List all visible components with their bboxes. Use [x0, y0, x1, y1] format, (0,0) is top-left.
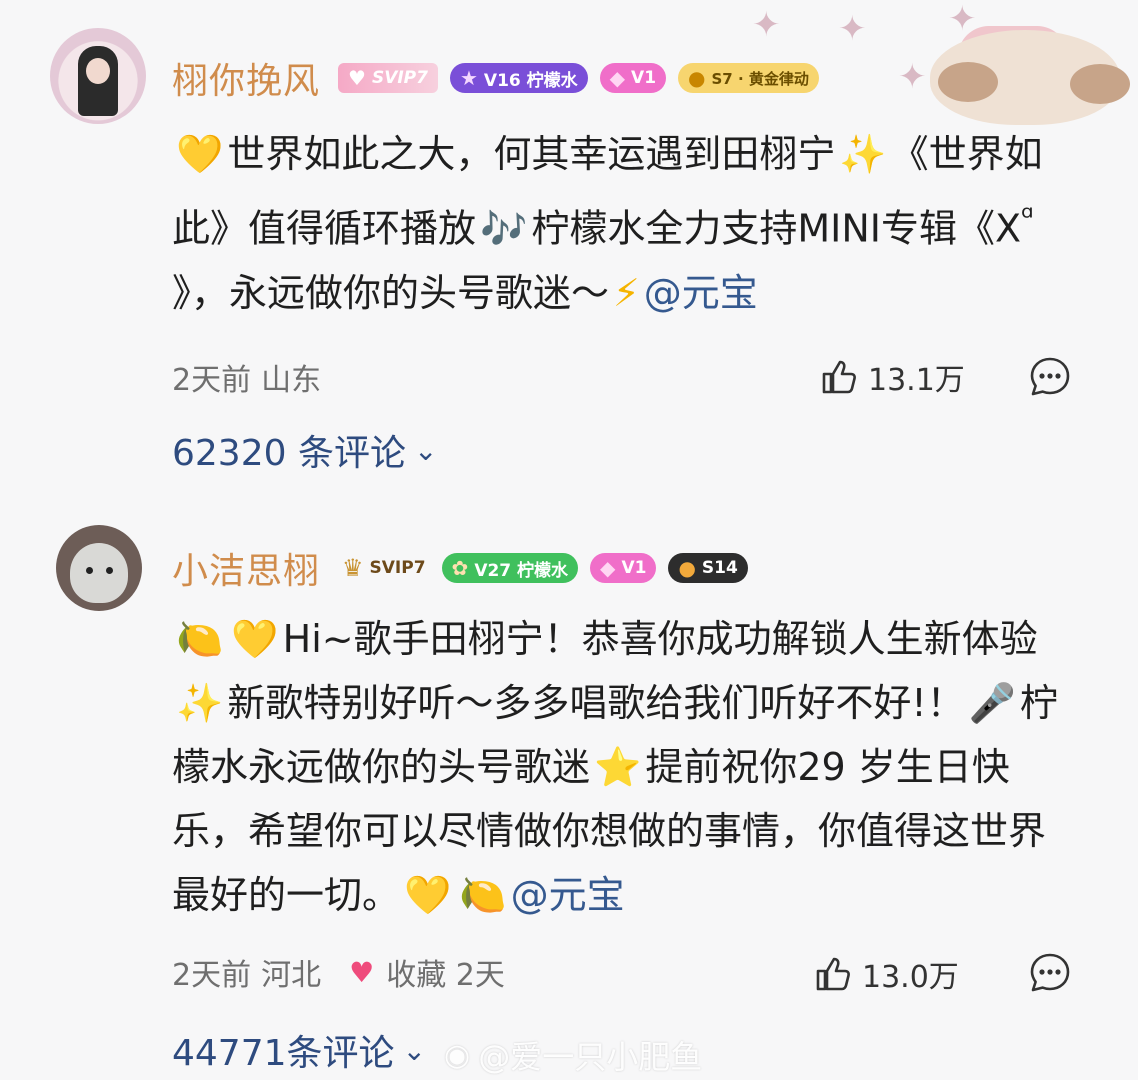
yellow-heart-icon: 💛	[176, 132, 224, 176]
decor-puppy-ear	[938, 62, 998, 102]
lemon-icon: 🍋	[176, 617, 224, 661]
decor-star-icon: ✦	[838, 9, 867, 49]
yellow-heart-icon: 💛	[231, 617, 279, 661]
badge-fan-level-label: V16 柠檬水	[483, 70, 578, 91]
badge-svip[interactable]: ♛ SVIP7	[338, 553, 430, 583]
view-replies-link[interactable]: 62320 条评论 ⌄	[172, 424, 437, 476]
comment-time: 2天前	[172, 958, 252, 993]
comment-card-2: 小洁思栩 ♛ SVIP7 ✿ V27 柠檬水 ◆ V1 ● S14 🍋 💛 Hi~歌…	[0, 510, 1138, 1080]
decor-star-icon: ✦	[898, 57, 927, 97]
user-meta-row: 栩你挽风 ♥ SVIP7 ★ V16 柠檬水 ◆ V1 ● S7 · 黄金律动	[172, 50, 831, 106]
crown-icon: ♛	[342, 554, 364, 582]
heart-icon: ♥	[349, 955, 375, 989]
badge-v1-label: V1	[621, 558, 647, 578]
thumb-up-icon	[822, 360, 856, 394]
badge-v1[interactable]: ◆ V1	[599, 63, 667, 93]
avatar-eye	[86, 567, 93, 574]
mention-link[interactable]: @元宝	[644, 271, 758, 315]
badge-season[interactable]: ● S14	[668, 553, 748, 583]
badge-v1[interactable]: ◆ V1	[590, 553, 657, 583]
view-replies-link[interactable]: 44771条评论 ⌄	[172, 1024, 426, 1076]
avatar-seal	[70, 543, 128, 603]
badge-svip[interactable]: ♥ SVIP7	[338, 63, 438, 93]
yellow-heart-icon: 💛	[404, 873, 452, 917]
comment-location: 山东	[261, 363, 322, 398]
favorite-label: 收藏 2天	[386, 958, 505, 993]
music-notes-icon: 🎶	[480, 206, 528, 251]
comment-card-1: ✦ ✦ ✦ ✦ 栩你挽风 ♥ SVIP7 ★ V16 柠檬水 ◆ V1 ● S7…	[0, 0, 1138, 510]
comment-text: 世界如此之大，何其幸运遇到田栩宁	[227, 132, 836, 176]
badge-season-label: S7 · 黄金律动	[711, 69, 809, 88]
star-icon: ⭐	[594, 745, 642, 789]
comment-location: 河北	[261, 958, 322, 993]
comment-text: Hi~歌手田栩宁！恭喜你成功解锁人生新体验	[282, 617, 1038, 661]
fan-club-icon: ✿	[451, 556, 469, 580]
thumb-up-icon	[816, 957, 850, 991]
mention-link[interactable]: @元宝	[511, 873, 625, 917]
comment-text: 新歌特别好听～多多唱歌给我们听好不好!！	[227, 681, 965, 725]
like-button[interactable]: 13.1万	[818, 355, 965, 399]
comment-bubble-icon[interactable]	[1028, 951, 1072, 995]
weibo-icon: ◉	[444, 1037, 471, 1073]
medal-icon: ●	[678, 556, 696, 580]
like-button[interactable]: 13.0万	[812, 952, 959, 996]
user-meta-row: 小洁思栩 ♛ SVIP7 ✿ V27 柠檬水 ◆ V1 ● S14	[172, 540, 760, 596]
badge-v1-label: V1	[631, 68, 657, 88]
replies-count: 62320 条评论	[172, 433, 406, 474]
lemon-icon: 🍋	[459, 873, 507, 917]
decor-star-icon: ✦	[752, 5, 781, 45]
heart-icon: ♥	[348, 66, 366, 90]
badge-svip-label: SVIP7	[371, 68, 428, 88]
diamond-icon: ◆	[600, 556, 616, 580]
chevron-down-icon: ⌄	[402, 1033, 426, 1067]
username[interactable]: 栩你挽风	[172, 52, 320, 104]
comment-text: 》，永远做你的头号歌迷～	[172, 270, 610, 315]
comment-text: 柠檬水全力支持MINI专辑《X	[531, 206, 1022, 251]
superscript-alpha: ᵅ	[1021, 200, 1034, 236]
medal-icon: ●	[688, 66, 706, 90]
avatar-face	[86, 58, 110, 84]
sparkles-icon: ✨	[176, 681, 224, 725]
favorite-status[interactable]: ♥ 收藏 2天	[349, 950, 505, 994]
comment-bubble-icon[interactable]	[1028, 355, 1072, 399]
replies-count: 44771条评论	[172, 1033, 395, 1074]
avatar[interactable]	[56, 525, 142, 611]
avatar-eye	[106, 567, 113, 574]
sparkles-icon: ✨	[839, 132, 887, 176]
comment-content: 💛 世界如此之大，何其幸运遇到田栩宁 ✨ 《世界如此》值得循环播放 🎶 柠檬水全力支持MI…	[172, 122, 1077, 325]
like-count: 13.0万	[862, 960, 959, 995]
comment-time: 2天前	[172, 363, 252, 398]
watermark-text: @爱一只小肥鱼	[478, 1038, 703, 1076]
badge-season[interactable]: ● S7 · 黄金律动	[678, 63, 819, 93]
badge-fan-level[interactable]: ★ V16 柠檬水	[449, 63, 588, 93]
star-icon: ★	[459, 66, 478, 90]
badge-fan-level-label: V27 柠檬水	[474, 560, 569, 581]
like-count: 13.1万	[868, 363, 965, 398]
badge-season-label: S14	[701, 558, 738, 578]
comment-content: 🍋 💛 Hi~歌手田栩宁！恭喜你成功解锁人生新体验✨ 新歌特别好听～多多唱歌给我们听好…	[172, 607, 1077, 927]
badge-svip-label: SVIP7	[369, 558, 426, 578]
microphone-icon: 🎤	[968, 681, 1016, 725]
decor-puppy-ear	[1070, 64, 1130, 104]
username[interactable]: 小洁思栩	[172, 542, 320, 594]
watermark: ◉ @爱一只小肥鱼	[444, 1032, 702, 1078]
badge-fan-level[interactable]: ✿ V27 柠檬水	[441, 553, 579, 583]
chevron-down-icon: ⌄	[413, 433, 438, 467]
lightning-icon: ⚡	[613, 270, 640, 315]
diamond-icon: ◆	[609, 66, 626, 90]
avatar[interactable]	[50, 28, 146, 124]
